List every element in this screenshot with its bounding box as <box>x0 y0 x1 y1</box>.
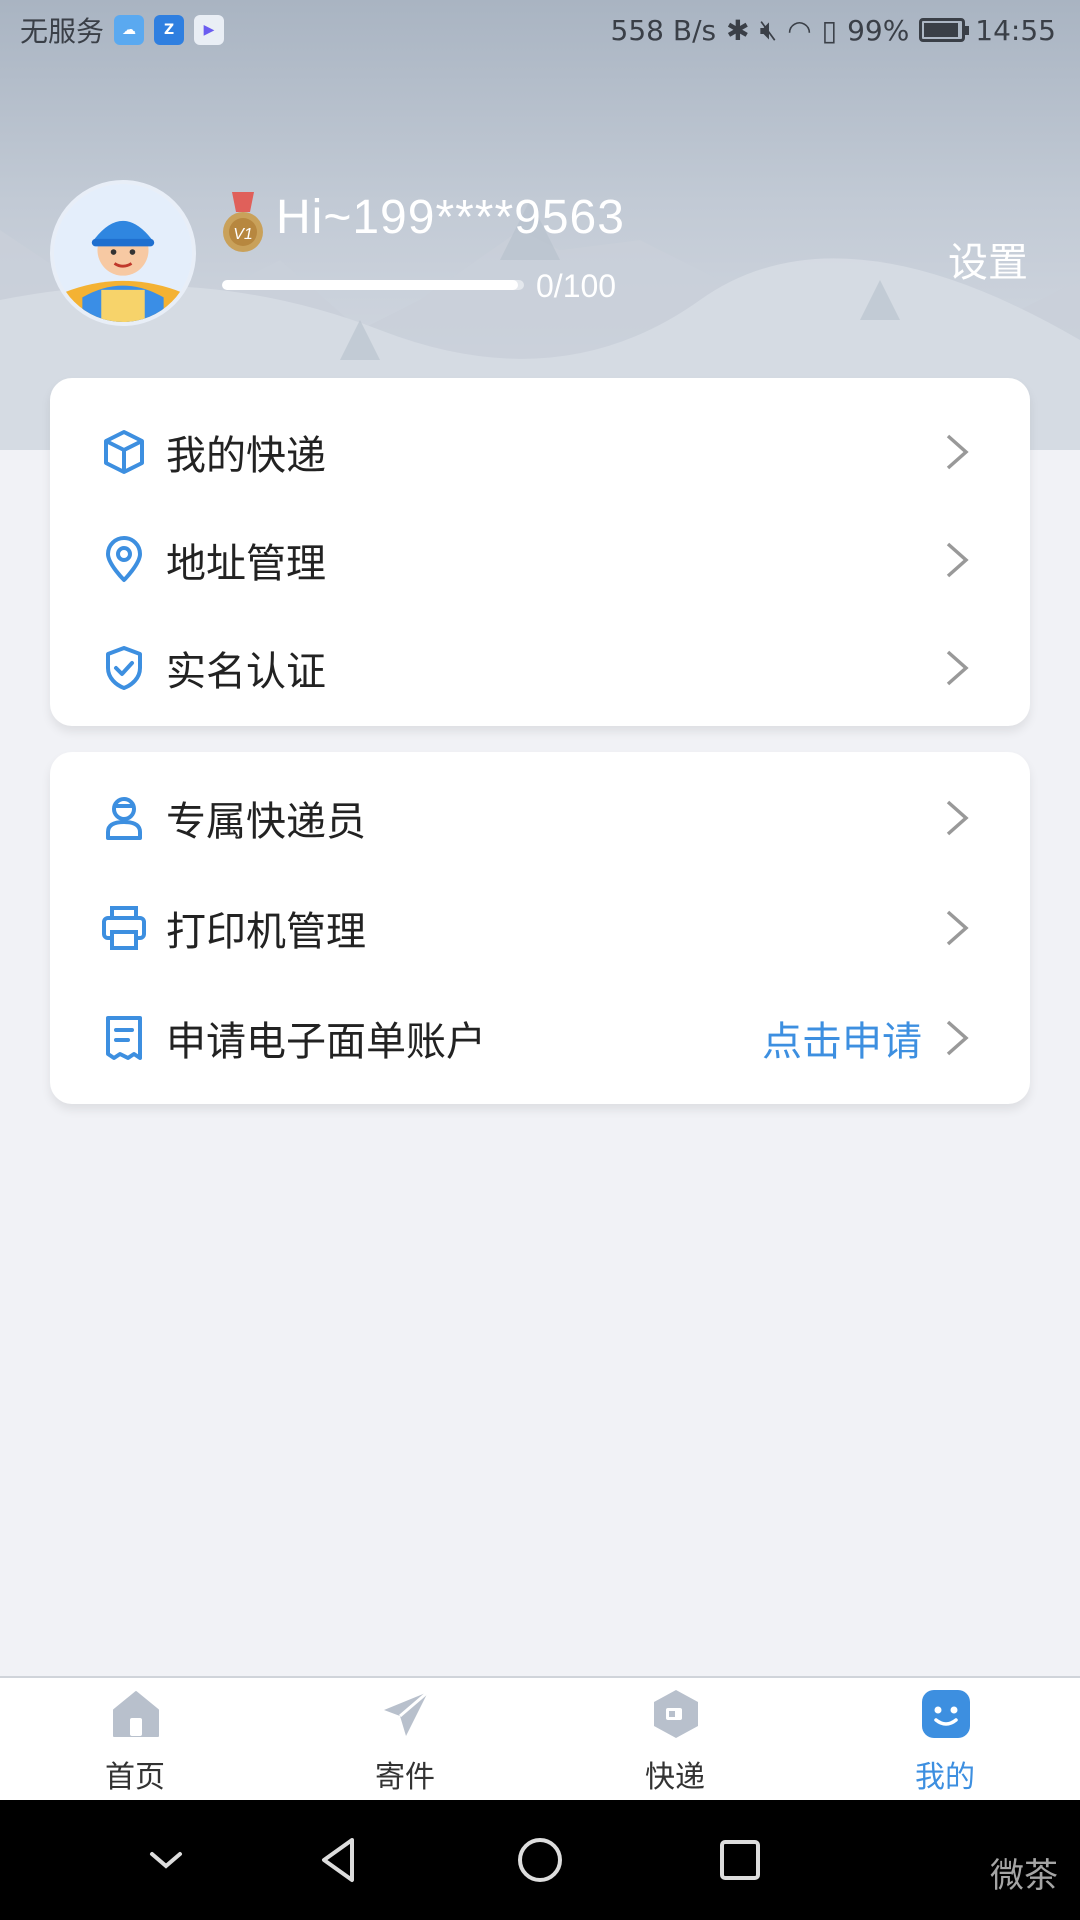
menu-item-label: 我的快递 <box>166 433 326 479</box>
cloud-app-icon: ☁ <box>114 15 145 45</box>
video-app-icon: ▶ <box>194 15 225 45</box>
tab-express[interactable]: 快递 <box>540 1678 810 1800</box>
mute-icon: 🔇︎ <box>759 13 778 46</box>
menu-item-e-waybill[interactable]: 申请电子面单账户 点击申请 <box>50 984 1030 1092</box>
chevron-right-icon <box>946 542 969 578</box>
carrier-status: 无服务 <box>20 15 105 48</box>
watermark: 微茶 <box>990 1856 1058 1896</box>
sim-icon: ▯ <box>821 13 838 47</box>
chevron-right-icon <box>946 800 969 836</box>
bluetooth-icon: ✱ <box>726 13 750 47</box>
apply-link[interactable]: 点击申请 <box>762 1009 922 1067</box>
printer-icon <box>102 906 146 950</box>
courier-icon <box>106 797 142 840</box>
zto-app-icon: Z <box>154 15 185 45</box>
menu-item-my-express[interactable]: 我的快递 <box>50 398 1030 506</box>
send-plane-icon <box>384 1690 429 1736</box>
network-speed: 558 B/s <box>610 13 717 47</box>
package-icon <box>654 1690 698 1738</box>
menu-item-label: 地址管理 <box>166 541 326 587</box>
level-medal-icon: V1 <box>223 192 263 252</box>
menu-item-label: 打印机管理 <box>166 909 366 955</box>
battery-percent: 99% <box>847 13 910 47</box>
menu-card-secondary: 专属快递员 打印机管理 申请电子面单账户 点击申请 <box>50 752 1030 1104</box>
tab-label: 寄件 <box>375 1760 435 1795</box>
bottom-tab-bar: 首页 寄件 快递 我的 <box>0 1676 1080 1800</box>
chevron-right-icon <box>946 650 969 686</box>
home-circle-icon[interactable] <box>510 1830 570 1890</box>
battery-icon <box>919 18 970 42</box>
back-icon[interactable] <box>310 1830 370 1890</box>
menu-item-printer[interactable]: 打印机管理 <box>50 874 1030 982</box>
user-greeting: Hi~199****9563 <box>276 191 625 244</box>
status-bar: 无服务 ☁ Z ▶ 558 B/s ✱ 🔇︎ ◠ ▯ 99% 14:55 <box>0 0 1080 60</box>
menu-item-label: 实名认证 <box>166 649 326 695</box>
level-progress-bar <box>222 280 524 290</box>
menu-item-courier[interactable]: 专属快递员 <box>50 764 1030 872</box>
location-pin-icon <box>106 536 142 582</box>
menu-item-address[interactable]: 地址管理 <box>50 506 1030 614</box>
settings-button[interactable]: 设置 <box>948 230 1028 288</box>
wifi-icon: ◠ <box>787 13 812 47</box>
home-icon <box>113 1691 159 1737</box>
shield-check-icon <box>106 646 142 690</box>
chevron-down-icon[interactable] <box>136 1830 196 1890</box>
chevron-right-icon <box>946 1020 969 1056</box>
receipt-icon <box>106 1016 142 1060</box>
tab-label: 首页 <box>105 1760 165 1795</box>
courier-avatar-icon <box>54 184 192 322</box>
box-icon <box>104 430 144 474</box>
chevron-right-icon <box>946 434 969 470</box>
tab-label: 快递 <box>645 1760 705 1795</box>
avatar[interactable] <box>50 180 196 326</box>
recent-apps-icon[interactable] <box>710 1830 770 1890</box>
level-progress-text: 0/100 <box>536 268 617 304</box>
system-navigation-bar <box>0 1800 1080 1920</box>
tab-send[interactable]: 寄件 <box>270 1678 540 1800</box>
tab-home[interactable]: 首页 <box>0 1678 270 1800</box>
clock: 14:55 <box>975 13 1056 47</box>
chevron-right-icon <box>946 910 969 946</box>
medal-level-text: V1 <box>233 226 253 243</box>
menu-item-label: 申请电子面单账户 <box>166 1019 486 1065</box>
level-progress-fill <box>222 280 518 290</box>
tab-mine[interactable]: 我的 <box>810 1678 1080 1800</box>
menu-item-realname[interactable]: 实名认证 <box>50 614 1030 722</box>
smiley-icon <box>922 1690 970 1738</box>
menu-card-primary: 我的快递 地址管理 实名认证 <box>50 378 1030 726</box>
tab-label: 我的 <box>915 1760 975 1795</box>
menu-item-label: 专属快递员 <box>166 799 366 845</box>
